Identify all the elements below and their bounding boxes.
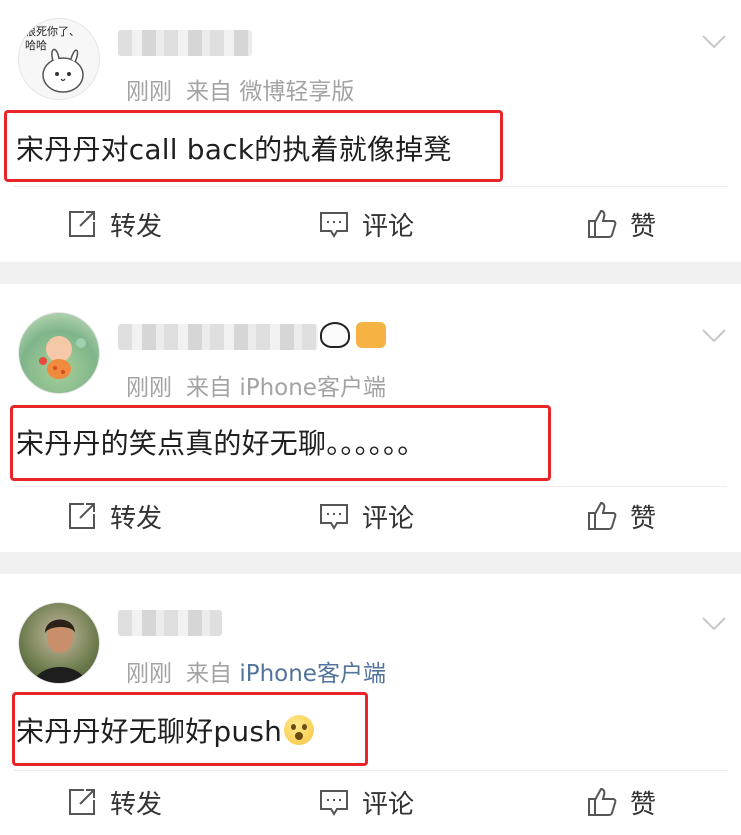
divider bbox=[14, 186, 727, 187]
action-bar: 转发 评论 赞 bbox=[0, 772, 741, 832]
like-label: 赞 bbox=[630, 789, 657, 820]
post-card-3: 刚刚 来自 iPhone客户端 宋丹丹好无聊好push 转发 评论 赞 bbox=[0, 574, 741, 835]
repost-label: 转发 bbox=[110, 211, 163, 242]
source-prefix: 来自 bbox=[186, 79, 232, 105]
like-button[interactable]: 赞 bbox=[586, 486, 656, 546]
like-label: 赞 bbox=[630, 503, 657, 534]
action-bar: 转发 评论 赞 bbox=[0, 486, 741, 546]
like-button[interactable]: 赞 bbox=[586, 194, 656, 254]
post-source: 微博轻享版 bbox=[239, 79, 355, 105]
chevron-down-icon[interactable] bbox=[701, 610, 727, 636]
like-icon bbox=[588, 787, 617, 816]
repost-icon bbox=[69, 789, 95, 815]
like-button[interactable]: 赞 bbox=[586, 772, 656, 832]
repost-icon bbox=[69, 503, 95, 529]
post-card-1: 恨死你了、 哈哈 刚刚 来自 微博轻享版 宋丹丹对call back的执着就像掉凳… bbox=[0, 0, 741, 262]
highlight-box bbox=[10, 405, 551, 481]
post-time: 刚刚 bbox=[126, 79, 172, 105]
svg-text:恨死你了、: 恨死你了、 bbox=[25, 24, 80, 38]
post-time: 刚刚 bbox=[126, 375, 172, 401]
username-blurred[interactable] bbox=[118, 324, 318, 350]
post-separator bbox=[0, 262, 741, 284]
comment-icon bbox=[320, 212, 348, 238]
repost-label: 转发 bbox=[110, 789, 163, 820]
source-prefix: 来自 bbox=[186, 375, 232, 401]
post-source-link[interactable]: iPhone客户端 bbox=[239, 661, 386, 687]
comment-icon bbox=[320, 790, 348, 816]
comment-label: 评论 bbox=[362, 211, 415, 242]
chevron-down-icon[interactable] bbox=[701, 28, 727, 54]
highlight-box bbox=[12, 692, 368, 766]
svg-text:哈哈: 哈哈 bbox=[25, 39, 47, 52]
avatar[interactable] bbox=[18, 312, 100, 394]
badge-icon bbox=[320, 322, 350, 348]
comment-label: 评论 bbox=[362, 503, 415, 534]
avatar-illustration bbox=[39, 336, 86, 379]
avatar[interactable] bbox=[18, 602, 100, 684]
divider bbox=[14, 770, 727, 771]
like-label: 赞 bbox=[630, 211, 657, 242]
post-source: iPhone客户端 bbox=[239, 375, 386, 401]
repost-button[interactable]: 转发 bbox=[66, 772, 162, 832]
repost-icon bbox=[69, 211, 95, 237]
post-separator bbox=[0, 552, 741, 574]
username-blurred[interactable] bbox=[118, 30, 252, 56]
action-bar: 转发 评论 赞 bbox=[0, 194, 741, 254]
vip-icon bbox=[356, 322, 386, 348]
avatar-photo bbox=[33, 619, 87, 683]
comment-button[interactable]: 评论 bbox=[318, 772, 414, 832]
repost-label: 转发 bbox=[110, 503, 163, 534]
like-icon bbox=[588, 501, 617, 530]
comment-icon bbox=[320, 504, 348, 530]
post-card-2: 刚刚 来自 iPhone客户端 宋丹丹的笑点真的好无聊。。。。。。 转发 评论 赞 bbox=[0, 284, 741, 552]
source-prefix: 来自 bbox=[186, 661, 232, 687]
chevron-down-icon[interactable] bbox=[701, 322, 727, 348]
repost-button[interactable]: 转发 bbox=[66, 194, 162, 254]
username-blurred[interactable] bbox=[118, 610, 222, 636]
post-meta: 刚刚 来自 iPhone客户端 bbox=[126, 368, 386, 402]
post-time: 刚刚 bbox=[126, 661, 172, 687]
comment-button[interactable]: 评论 bbox=[318, 486, 414, 546]
avatar[interactable]: 恨死你了、 哈哈 bbox=[18, 18, 100, 100]
repost-button[interactable]: 转发 bbox=[66, 486, 162, 546]
like-icon bbox=[588, 209, 617, 238]
comment-label: 评论 bbox=[362, 789, 415, 820]
highlight-box bbox=[4, 110, 503, 182]
post-meta: 刚刚 来自 iPhone客户端 bbox=[126, 654, 386, 688]
post-meta: 刚刚 来自 微博轻享版 bbox=[126, 72, 354, 106]
avatar-doodle: 恨死你了、 哈哈 bbox=[25, 24, 84, 93]
comment-button[interactable]: 评论 bbox=[318, 194, 414, 254]
